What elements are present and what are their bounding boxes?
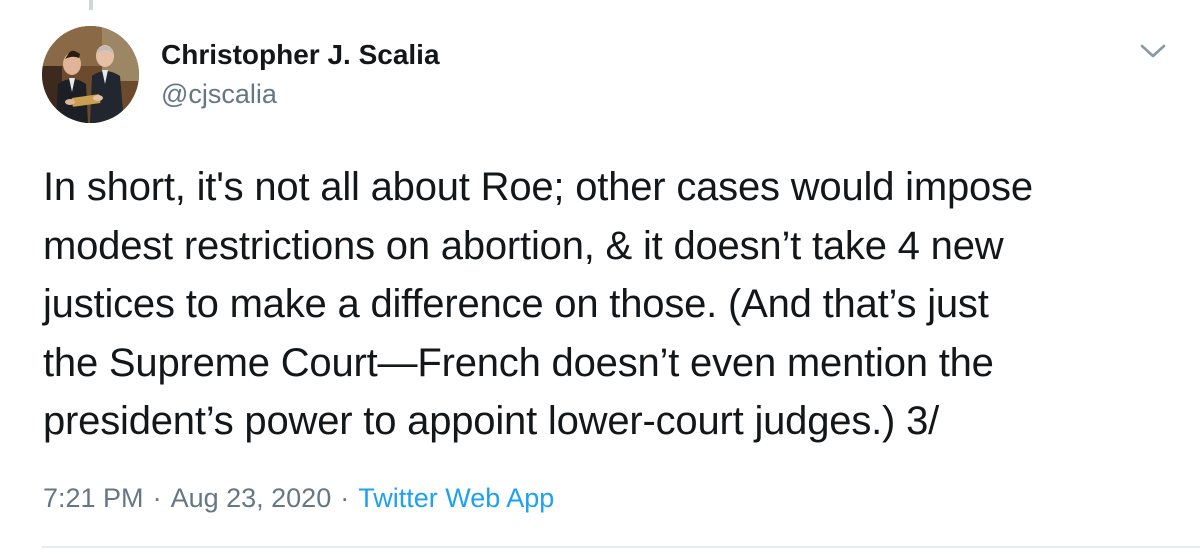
tweet-text-line: In short, it's not all about Roe; other … bbox=[43, 165, 1033, 209]
tweet-text-line: justices to make a difference on those. … bbox=[43, 282, 989, 327]
meta-separator: · bbox=[340, 483, 350, 513]
chevron-down-icon[interactable] bbox=[1138, 40, 1168, 62]
tweet-text-line: president’s power to appoint lower-court… bbox=[43, 399, 940, 444]
meta-separator: · bbox=[152, 483, 162, 513]
thread-connector-line bbox=[89, 0, 93, 10]
avatar[interactable] bbox=[42, 26, 139, 123]
tweet-time[interactable]: 7:21 PM bbox=[43, 483, 144, 513]
author-handle[interactable]: @cjscalia bbox=[161, 78, 277, 110]
tweet-text: In short, it's not all about Roe; other … bbox=[43, 158, 1183, 451]
divider bbox=[42, 546, 1200, 548]
profile-photo bbox=[42, 26, 139, 123]
tweet-text-line: the Supreme Court—French doesn’t even me… bbox=[43, 340, 994, 385]
author-display-name[interactable]: Christopher J. Scalia bbox=[161, 38, 440, 72]
tweet-date[interactable]: Aug 23, 2020 bbox=[171, 483, 332, 513]
tweet-text-line: modest restrictions on abortion, & it do… bbox=[43, 223, 1004, 268]
tweet-source-link[interactable]: Twitter Web App bbox=[358, 483, 554, 513]
tweet-metadata: 7:21 PM · Aug 23, 2020 · Twitter Web App bbox=[43, 480, 554, 516]
